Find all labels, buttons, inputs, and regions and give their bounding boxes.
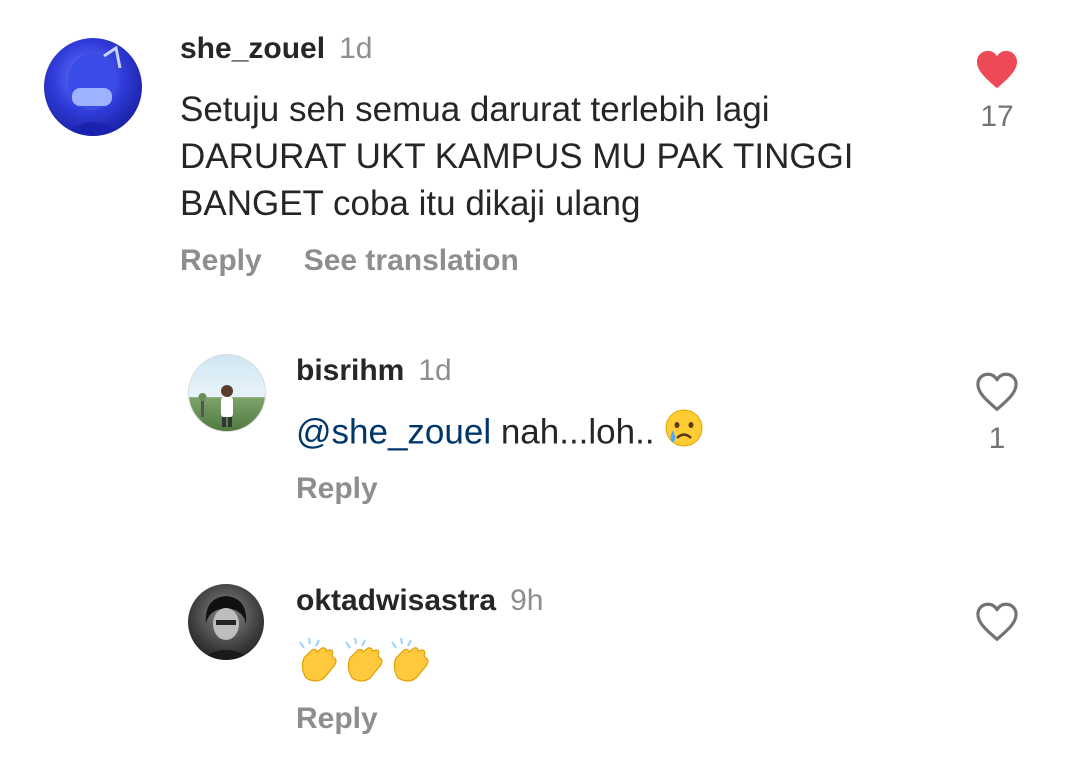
comment-item: she_zouel 1d Setuju seh semua darurat ter…: [0, 0, 1080, 300]
avatar-blue-selfie-icon: [64, 45, 124, 136]
avatar-outdoor-photo-icon: [198, 385, 233, 427]
comment-username[interactable]: bisrihm 1d: [296, 354, 452, 388]
like-button[interactable]: 1: [974, 372, 1020, 456]
comment-actions: Reply: [296, 702, 420, 736]
comment-text: [296, 637, 696, 688]
like-count: 17: [980, 100, 1014, 133]
username-text[interactable]: bisrihm: [296, 354, 404, 387]
reply-button[interactable]: Reply: [180, 244, 262, 277]
clapping-hands-icon: [388, 637, 434, 694]
like-button[interactable]: [974, 602, 1020, 642]
comment-item: bisrihm 1d @she_zouel nah...loh.. Reply 1: [0, 330, 1080, 550]
mention-link[interactable]: @she_zouel: [296, 412, 491, 451]
clapping-hands-icon: [296, 637, 342, 694]
clapping-hands-icon: [342, 637, 388, 694]
heart-filled-icon: [977, 50, 1017, 89]
username-text[interactable]: oktadwisastra: [296, 584, 496, 617]
comment-text: Setuju seh semua darurat terlebih lagi D…: [180, 90, 854, 223]
username-text[interactable]: she_zouel: [180, 32, 325, 65]
comment-item: oktadwisastra 9h Reply: [0, 560, 1080, 783]
like-button[interactable]: 17: [974, 50, 1020, 134]
comment-actions: Reply: [296, 472, 420, 506]
see-translation-button[interactable]: See translation: [304, 244, 519, 277]
reply-button[interactable]: Reply: [296, 472, 378, 505]
crying-face-icon: [664, 408, 704, 460]
avatar[interactable]: [44, 38, 142, 136]
comment-time: 1d: [339, 32, 373, 65]
avatar[interactable]: [188, 354, 266, 432]
heart-outline-icon: [976, 602, 1018, 641]
comment-actions: Reply See translation: [180, 244, 561, 278]
comment-time: 1d: [418, 354, 452, 387]
comment-username[interactable]: oktadwisastra 9h: [296, 584, 543, 618]
avatar[interactable]: [188, 584, 264, 660]
comment-time: 9h: [510, 584, 544, 617]
reply-button[interactable]: Reply: [296, 702, 378, 735]
avatar-bw-portrait-icon: [200, 596, 252, 660]
comment-text: @she_zouel nah...loh..: [296, 408, 896, 460]
comment-username[interactable]: she_zouel 1d: [180, 32, 372, 66]
heart-outline-icon: [976, 372, 1018, 411]
comment-text-content: nah...loh..: [491, 412, 655, 452]
like-count: 1: [988, 422, 1006, 455]
